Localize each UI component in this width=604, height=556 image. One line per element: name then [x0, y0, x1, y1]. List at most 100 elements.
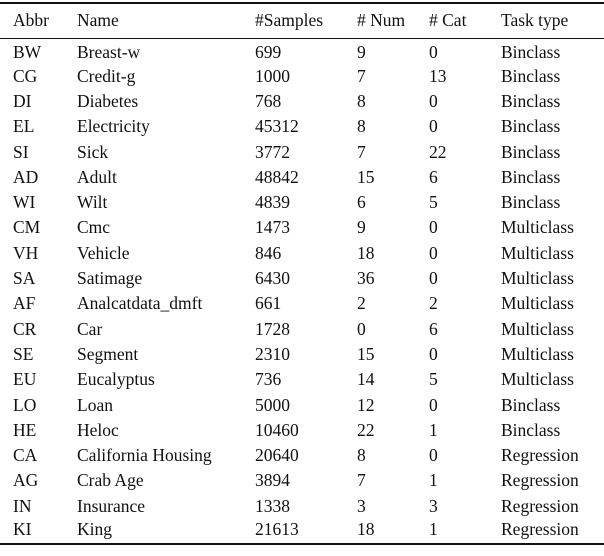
header-row: Abbr Name #Samples # Num # Cat Task type — [0, 3, 604, 39]
cell-cat: 1 — [429, 419, 438, 440]
cell-task-type: Regression — [501, 518, 579, 539]
cell-task-type: Binclass — [501, 394, 561, 415]
cell-abbr: WI — [13, 192, 36, 213]
cell-cat: 0 — [429, 42, 438, 63]
cell-task-type: Multiclass — [501, 242, 574, 263]
cell-task-type: Regression — [501, 445, 579, 466]
cell-cat: 13 — [429, 65, 447, 86]
dataset-table: Abbr Name #Samples # Num # Cat Task type… — [0, 2, 604, 545]
cell-num: 9 — [357, 42, 366, 63]
cell-samples: 48842 — [255, 166, 299, 187]
table-header: Abbr Name #Samples # Num # Cat Task type — [0, 3, 604, 39]
cell-abbr: IN — [13, 495, 32, 516]
cell-task-type: Regression — [501, 470, 579, 491]
cell-name: Vehicle — [77, 242, 130, 263]
cell-task-type: Binclass — [501, 192, 561, 213]
header-samples: #Samples — [255, 10, 324, 31]
cell-samples: 10460 — [255, 419, 299, 440]
cell-cat: 0 — [429, 343, 438, 364]
header-abbr: Abbr — [13, 10, 49, 31]
cell-cat: 5 — [429, 192, 438, 213]
cell-abbr: KI — [13, 518, 32, 539]
cell-samples: 6430 — [255, 268, 290, 289]
cell-abbr: CA — [13, 445, 38, 466]
cell-cat: 2 — [429, 293, 438, 314]
cell-abbr: DI — [13, 90, 32, 111]
cell-cat: 0 — [429, 116, 438, 137]
cell-samples: 4839 — [255, 192, 290, 213]
cell-name: Insurance — [77, 495, 146, 516]
cell-task-type: Regression — [501, 495, 579, 516]
cell-abbr: HE — [13, 419, 37, 440]
cell-cat: 6 — [429, 318, 438, 339]
cell-num: 2 — [357, 293, 366, 314]
cell-cat: 0 — [429, 90, 438, 111]
cell-num: 8 — [357, 445, 366, 466]
cell-num: 18 — [357, 518, 375, 539]
table-row: HE Heloc 10460 22 1 Binclass — [0, 418, 604, 443]
table-row: LO Loan 5000 12 0 Binclass — [0, 393, 604, 418]
cell-num: 8 — [357, 116, 366, 137]
cell-cat: 1 — [429, 470, 438, 491]
table-body: BW Breast-w 699 9 0 Binclass CG Credit-g 1000 7 13… — [0, 39, 604, 545]
cell-name: Eucalyptus — [77, 369, 155, 390]
cell-task-type: Multiclass — [501, 318, 574, 339]
table-row: VH Vehicle 846 18 0 Multiclass — [0, 241, 604, 266]
cell-cat: 0 — [429, 445, 438, 466]
cell-cat: 3 — [429, 495, 438, 516]
table-row: SI Sick 3772 7 22 Binclass — [0, 140, 604, 165]
cell-name: Loan — [77, 394, 113, 415]
cell-task-type: Multiclass — [501, 343, 574, 364]
cell-abbr: LO — [13, 394, 37, 415]
cell-task-type: Binclass — [501, 166, 561, 187]
cell-abbr: SE — [13, 343, 34, 364]
cell-abbr: VH — [13, 242, 39, 263]
cell-num: 22 — [357, 419, 375, 440]
cell-name: California Housing — [77, 445, 212, 466]
table-row: CM Cmc 1473 9 0 Multiclass — [0, 216, 604, 241]
cell-samples: 1728 — [255, 318, 290, 339]
table-row: EL Electricity 45312 8 0 Binclass — [0, 114, 604, 139]
table-row: SE Segment 2310 15 0 Multiclass — [0, 342, 604, 367]
cell-samples: 45312 — [255, 116, 299, 137]
cell-num: 7 — [357, 141, 366, 162]
cell-cat: 22 — [429, 141, 447, 162]
cell-num: 12 — [357, 394, 375, 415]
cell-cat: 0 — [429, 217, 438, 238]
table-row: CG Credit-g 1000 7 13 Binclass — [0, 64, 604, 89]
cell-num: 36 — [357, 268, 375, 289]
cell-num: 6 — [357, 192, 366, 213]
cell-name: Satimage — [77, 268, 143, 289]
cell-num: 8 — [357, 90, 366, 111]
table-row: CA California Housing 20640 8 0 Regression — [0, 443, 604, 468]
cell-name: Crab Age — [77, 470, 144, 491]
cell-samples: 1473 — [255, 217, 290, 238]
dataset-table-figure: Abbr Name #Samples # Num # Cat Task type… — [0, 0, 604, 556]
cell-task-type: Binclass — [501, 141, 561, 162]
cell-samples: 768 — [255, 90, 282, 111]
cell-samples: 1000 — [255, 65, 290, 86]
cell-name: Breast-w — [77, 42, 141, 63]
table-row: CR Car 1728 0 6 Multiclass — [0, 317, 604, 342]
cell-name: Adult — [77, 166, 117, 187]
cell-abbr: CR — [13, 318, 37, 339]
table-row: AF Analcatdata_dmft 661 2 2 Multiclass — [0, 291, 604, 316]
cell-task-type: Binclass — [501, 42, 561, 63]
cell-name: Diabetes — [77, 90, 139, 111]
header-name: Name — [77, 10, 119, 31]
header-task-type: Task type — [501, 10, 569, 31]
cell-samples: 1338 — [255, 495, 290, 516]
cell-abbr: EU — [13, 369, 37, 390]
cell-abbr: CG — [13, 65, 38, 86]
cell-samples: 736 — [255, 369, 282, 390]
cell-cat: 5 — [429, 369, 438, 390]
table-row: WI Wilt 4839 6 5 Binclass — [0, 190, 604, 215]
cell-abbr: SA — [13, 268, 36, 289]
table-row: AG Crab Age 3894 7 1 Regression — [0, 469, 604, 494]
cell-num: 15 — [357, 166, 375, 187]
cell-name: King — [77, 518, 112, 539]
table-row: IN Insurance 1338 3 3 Regression — [0, 494, 604, 519]
cell-num: 18 — [357, 242, 375, 263]
cell-task-type: Binclass — [501, 65, 561, 86]
table-row: AD Adult 48842 15 6 Binclass — [0, 165, 604, 190]
